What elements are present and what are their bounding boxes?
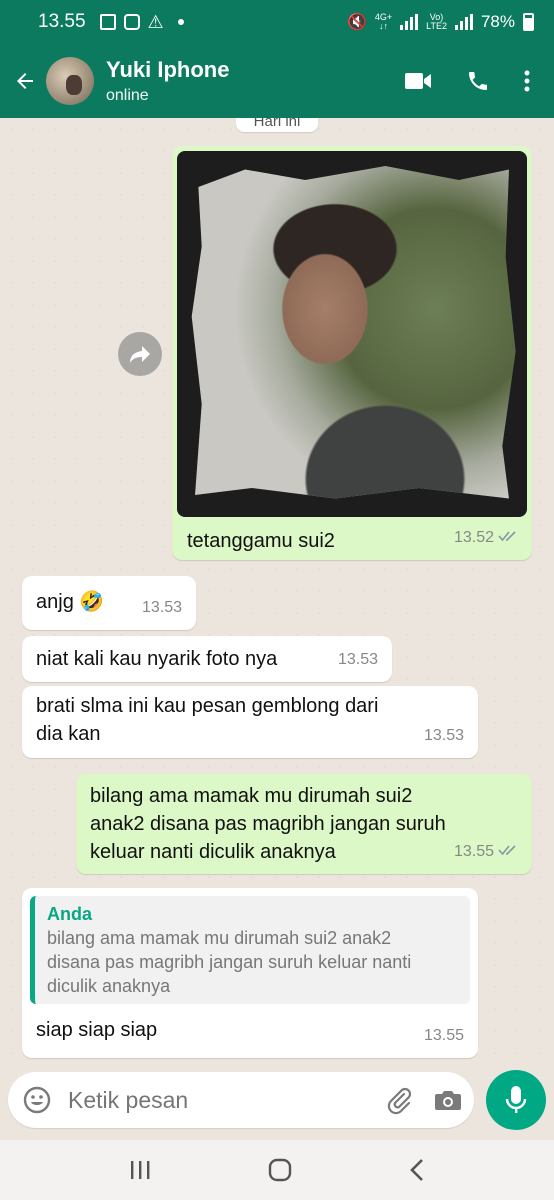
message-bubble-reply[interactable]: Anda bilang ama mamak mu dirumah sui2 an… [22,888,478,1058]
back-arrow-icon[interactable] [8,69,42,93]
signal-icon-2 [454,14,473,30]
message-photo[interactable] [177,151,527,517]
status-bar: 13.55 ⚠ 🔇 4G+ ↓↑ Vo) LTE2 78% [0,0,554,44]
reply-text-line: disana pas magribh jangan suruh keluar n… [47,952,412,972]
message-text: anjg [36,591,74,613]
photo-content [191,166,516,499]
mic-icon[interactable] [486,1070,546,1130]
message-time: 13.55 [423,1027,464,1044]
reply-author: Anda [47,904,92,924]
message-text: niat kali kau nyarik foto nya [36,648,278,670]
contact-name: Yuki Iphone [106,57,230,82]
contact-avatar[interactable] [46,57,94,105]
network-type-label: 4G+ ↓↑ [374,12,393,31]
mute-icon: 🔇 [346,14,367,31]
contact-info[interactable]: Yuki Iphone online [106,57,404,105]
message-time: 13.53 [141,599,182,616]
more-notifications-dot-icon [177,19,184,25]
phone-icon[interactable] [466,69,490,93]
message-time: 13.53 [337,651,378,668]
battery-icon [523,13,534,31]
status-time: 13.55 [38,11,86,32]
warning-icon: ⚠ [147,11,164,32]
message-text-line: dia kan [36,723,101,745]
read-ticks-icon [498,524,518,552]
battery-percent: 78% [480,12,515,31]
recents-icon[interactable] [129,1160,151,1180]
attach-icon[interactable] [384,1085,414,1115]
reply-text-line: bilang ama mamak mu dirumah sui2 anak2 [47,928,392,948]
contact-presence: online [106,87,149,104]
message-time: 13.53 [423,727,464,744]
video-call-icon[interactable] [404,71,432,91]
message-input-container [8,1072,474,1128]
signal-icon-1 [400,14,419,30]
home-icon[interactable] [268,1158,292,1182]
reply-quote[interactable]: Anda bilang ama mamak mu dirumah sui2 an… [30,896,470,1004]
message-bubble-in[interactable]: niat kali kau nyarik foto nya 13.53 [22,636,392,682]
message-bubble-out[interactable]: bilang ama mamak mu dirumah sui2 anak2 d… [76,774,532,874]
message-text-line: bilang ama mamak mu dirumah sui2 [90,785,413,807]
message-text-line: brati slma ini kau pesan gemblong dari [36,695,379,717]
message-meta: 13.52 [454,524,518,552]
message-time: 13.55 [453,843,494,860]
nav-back-icon[interactable] [409,1158,425,1182]
system-navigation-bar [0,1140,554,1200]
emoji-icon[interactable] [22,1085,52,1115]
message-text-line: anak2 disana pas magribh jangan suruh [90,813,446,835]
gallery-notification-icon [99,14,116,30]
camera-notification-icon [123,14,140,30]
message-emoji: 🤣 [79,591,105,613]
chat-header: Yuki Iphone online [0,44,554,118]
composer [0,1060,554,1140]
message-list[interactable]: Hari ini tetanggamu sui2 13.52 anjg 🤣 13… [0,118,554,1060]
more-vert-icon[interactable] [524,69,530,93]
reply-text-line: diculik anaknya [47,976,171,996]
date-chip: Hari ini [236,118,318,132]
forward-icon[interactable] [118,332,162,376]
volte-label: Vo) LTE2 [426,12,447,31]
message-text-line: keluar nanti diculik anaknya [90,841,336,863]
message-bubble-in[interactable]: brati slma ini kau pesan gemblong dari d… [22,686,478,758]
message-time: 13.52 [453,529,494,546]
message-text: siap siap siap [36,1019,158,1041]
message-bubble-in[interactable]: anjg 🤣 13.53 [22,576,196,630]
camera-icon[interactable] [434,1088,462,1112]
message-bubble-image[interactable]: tetanggamu sui2 13.52 [172,146,532,560]
message-input[interactable] [68,1086,364,1114]
read-ticks-icon [498,838,518,866]
